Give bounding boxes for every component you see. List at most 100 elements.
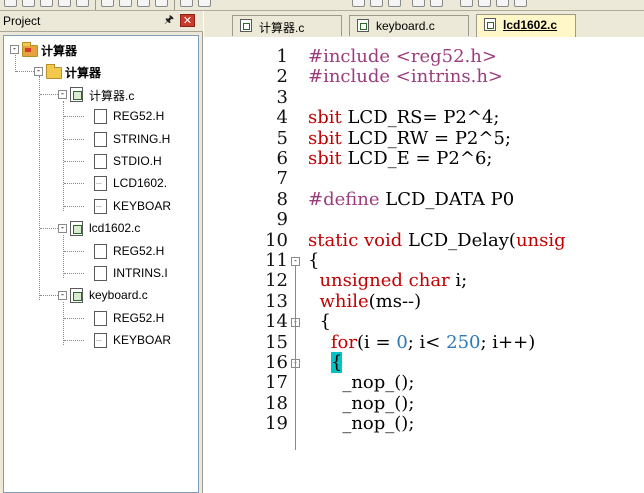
project-tree[interactable]: - 计算器 - 计算器 - 计算器.c REG52.H STRING.H STDIO.H LCD1… <box>3 35 199 493</box>
tree-item[interactable]: REG52.H <box>4 106 198 128</box>
code-line[interactable]: { <box>308 251 319 271</box>
code-token: sbit <box>308 127 342 149</box>
toolbar-button[interactable] <box>478 0 491 7</box>
tree-connector-line <box>64 161 84 162</box>
toolbar-button[interactable] <box>76 0 89 7</box>
toolbar-button[interactable] <box>119 0 132 7</box>
code-line[interactable]: for(i = 0; i< 250; i++) <box>308 331 535 353</box>
tree-item[interactable]: KEYBOAR <box>4 330 198 352</box>
header-file-icon <box>94 131 107 147</box>
line-number: 4 <box>276 107 288 129</box>
tree-connector-line <box>64 317 84 319</box>
tree-item[interactable]: STRING.H <box>4 129 198 151</box>
code-line[interactable]: { <box>308 352 343 373</box>
tree-item[interactable]: REG52.H <box>4 308 198 330</box>
tree-item[interactable]: INTRINS.I <box>4 263 198 285</box>
code-line[interactable]: static void LCD_Delay(unsig <box>308 230 566 251</box>
tree-collapse-toggle[interactable]: - <box>10 45 19 54</box>
tree-item[interactable]: - 计算器 <box>4 39 198 61</box>
code-token: sbit <box>308 107 342 129</box>
toolbar-button[interactable] <box>460 0 473 7</box>
tree-item[interactable]: KEYBOAR <box>4 196 198 218</box>
c-file-icon <box>240 19 252 32</box>
tree-collapse-toggle[interactable]: - <box>58 224 67 234</box>
code-line[interactable]: sbit LCD_RW = P2^5; <box>308 127 511 149</box>
toolbar-separator <box>95 0 96 10</box>
code-line[interactable]: { <box>308 312 330 332</box>
code-line[interactable]: #include <reg52.h> <box>308 47 497 67</box>
toolbar-button[interactable] <box>58 0 71 7</box>
toolbar-button[interactable] <box>412 0 425 7</box>
tree-collapse-toggle[interactable]: - <box>34 67 43 77</box>
toolbar-button[interactable] <box>40 0 53 7</box>
header-file-icon <box>94 310 107 326</box>
tree-item-label: lcd1602.c <box>89 221 141 236</box>
toolbar-button[interactable] <box>370 0 383 7</box>
toolbar-button[interactable] <box>388 0 401 7</box>
code-token: for <box>330 331 357 353</box>
tree-collapse-toggle[interactable]: - <box>58 89 67 99</box>
code-fold-line <box>295 368 296 450</box>
code-fold-toggle[interactable]: - <box>291 257 300 266</box>
tree-connector-line <box>40 295 60 297</box>
tab-label: keyboard.c <box>376 19 435 33</box>
tree-item[interactable]: - keyboard.c <box>4 285 198 307</box>
toolbar-button[interactable] <box>514 0 527 7</box>
toolbar-button[interactable] <box>352 0 365 7</box>
code-line[interactable]: #define LCD_DATA P0 <box>308 188 515 210</box>
toolbar-button[interactable] <box>180 0 193 7</box>
code-token: while <box>319 290 369 312</box>
project-panel: Project 🖈 ✕ - 计算器 - 计算器 - 计算器.c REG52.H STRING.… <box>0 11 203 493</box>
code-token: LCD_DATA P0 <box>379 188 515 210</box>
code-line[interactable]: #include <intrins.h> <box>308 67 503 87</box>
tree-connector-line <box>16 71 36 73</box>
code-token: ; i< <box>407 331 447 353</box>
tab-file[interactable]: keyboard.c <box>349 15 469 36</box>
tree-item[interactable]: - 计算器.c <box>4 84 198 106</box>
c-file-icon <box>70 221 83 237</box>
code-line[interactable]: while(ms--) <box>308 290 422 312</box>
code-token: (ms--) <box>368 290 422 312</box>
line-number: 18 <box>265 392 288 414</box>
code-line[interactable]: sbit LCD_RS= P2^4; <box>308 108 499 128</box>
tree-item-label: keyboard.c <box>89 288 148 303</box>
pin-icon[interactable]: 🖈 <box>163 13 175 27</box>
line-number: 14 <box>265 311 288 333</box>
tree-item-label: REG52.H <box>113 310 165 325</box>
tab-file[interactable]: lcd1602.c <box>476 14 576 37</box>
code-token: { <box>308 250 320 271</box>
tree-item[interactable]: - 计算器 <box>4 61 198 83</box>
code-line[interactable]: unsigned char i; <box>308 271 467 291</box>
line-number: 8 <box>276 188 288 210</box>
toolbar-button[interactable] <box>101 0 114 7</box>
code-line[interactable]: _nop_(); <box>308 373 414 393</box>
code-line[interactable]: _nop_(); <box>308 414 414 434</box>
line-number: 9 <box>276 209 288 231</box>
tree-item[interactable]: LCD1602. <box>4 173 198 195</box>
code-token: #define <box>308 188 380 210</box>
tab-file[interactable]: 计算器.c <box>232 15 342 36</box>
tree-collapse-toggle[interactable]: - <box>58 291 67 301</box>
tree-item[interactable]: STDIO.H <box>4 151 198 173</box>
tree-item[interactable]: REG52.H <box>4 241 198 263</box>
toolbar-button[interactable] <box>22 0 35 7</box>
toolbar-button[interactable] <box>430 0 443 7</box>
toolbar-button[interactable] <box>155 0 168 7</box>
toolbar <box>0 0 644 11</box>
code-line[interactable]: sbit LCD_E = P2^6; <box>308 149 492 169</box>
tree-item-label: REG52.H <box>113 243 165 258</box>
toolbar-button[interactable] <box>198 0 211 7</box>
tree-item[interactable]: - lcd1602.c <box>4 218 198 240</box>
toolbar-button[interactable] <box>4 0 17 7</box>
code-line[interactable]: _nop_(); <box>308 393 414 414</box>
close-icon[interactable]: ✕ <box>180 14 195 27</box>
toolbar-button[interactable] <box>496 0 509 7</box>
group-folder-icon <box>46 64 62 80</box>
line-number: 13 <box>265 290 288 312</box>
code-editor[interactable]: 1 2 3 4 5 6 7 8 9 10 11-12 13 14-15 16-17 18 19 #includ… <box>204 37 644 493</box>
tree-connector-line <box>64 183 84 185</box>
target-folder-icon <box>22 42 38 57</box>
toolbar-button[interactable] <box>137 0 150 7</box>
